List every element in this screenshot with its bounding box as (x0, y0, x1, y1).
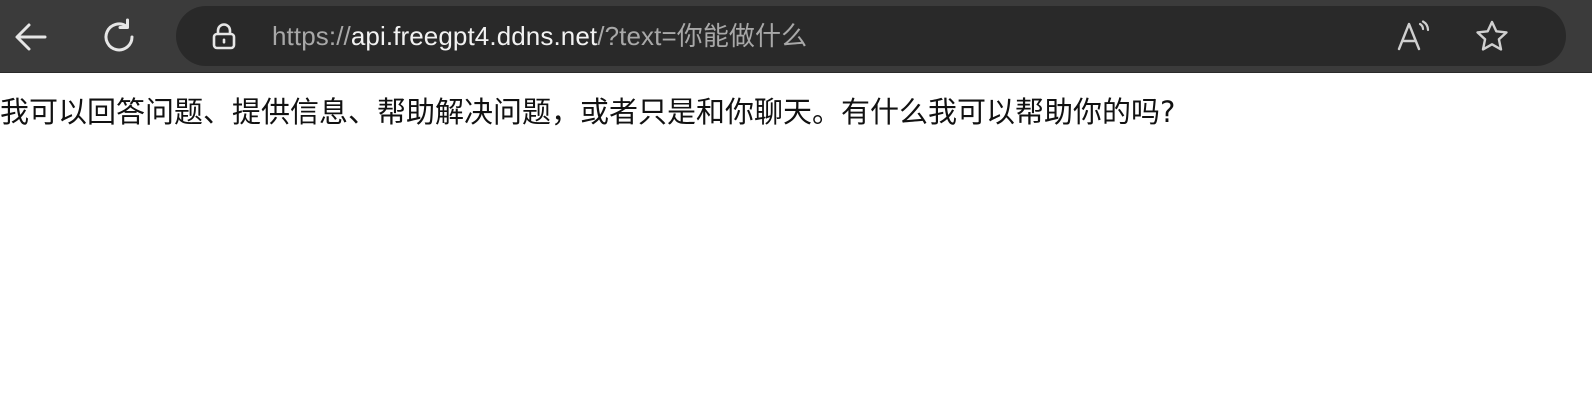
read-aloud-icon (1397, 20, 1430, 51)
response-text: 我可以回答问题、提供信息、帮助解决问题，或者只是和你聊天。有什么我可以帮助你的吗… (0, 95, 1176, 129)
browser-toolbar: https://api.freegpt4.ddns.net/?text=你能做什… (0, 0, 1592, 73)
lock-icon (212, 23, 236, 50)
read-aloud-button[interactable] (1394, 18, 1434, 54)
url-path: /?text=你能做什么 (597, 21, 808, 51)
site-info-button[interactable] (210, 22, 238, 50)
url-scheme: https:// (272, 21, 351, 51)
back-arrow-icon (15, 23, 47, 51)
favorite-button[interactable] (1472, 18, 1512, 54)
address-bar[interactable]: https://api.freegpt4.ddns.net/?text=你能做什… (176, 6, 1566, 66)
refresh-button[interactable] (97, 15, 141, 59)
back-button[interactable] (9, 15, 53, 59)
url-host: api.freegpt4.ddns.net (350, 21, 598, 51)
url-text[interactable]: https://api.freegpt4.ddns.net/?text=你能做什… (272, 6, 807, 66)
refresh-icon (104, 18, 134, 52)
star-icon (1476, 20, 1508, 51)
